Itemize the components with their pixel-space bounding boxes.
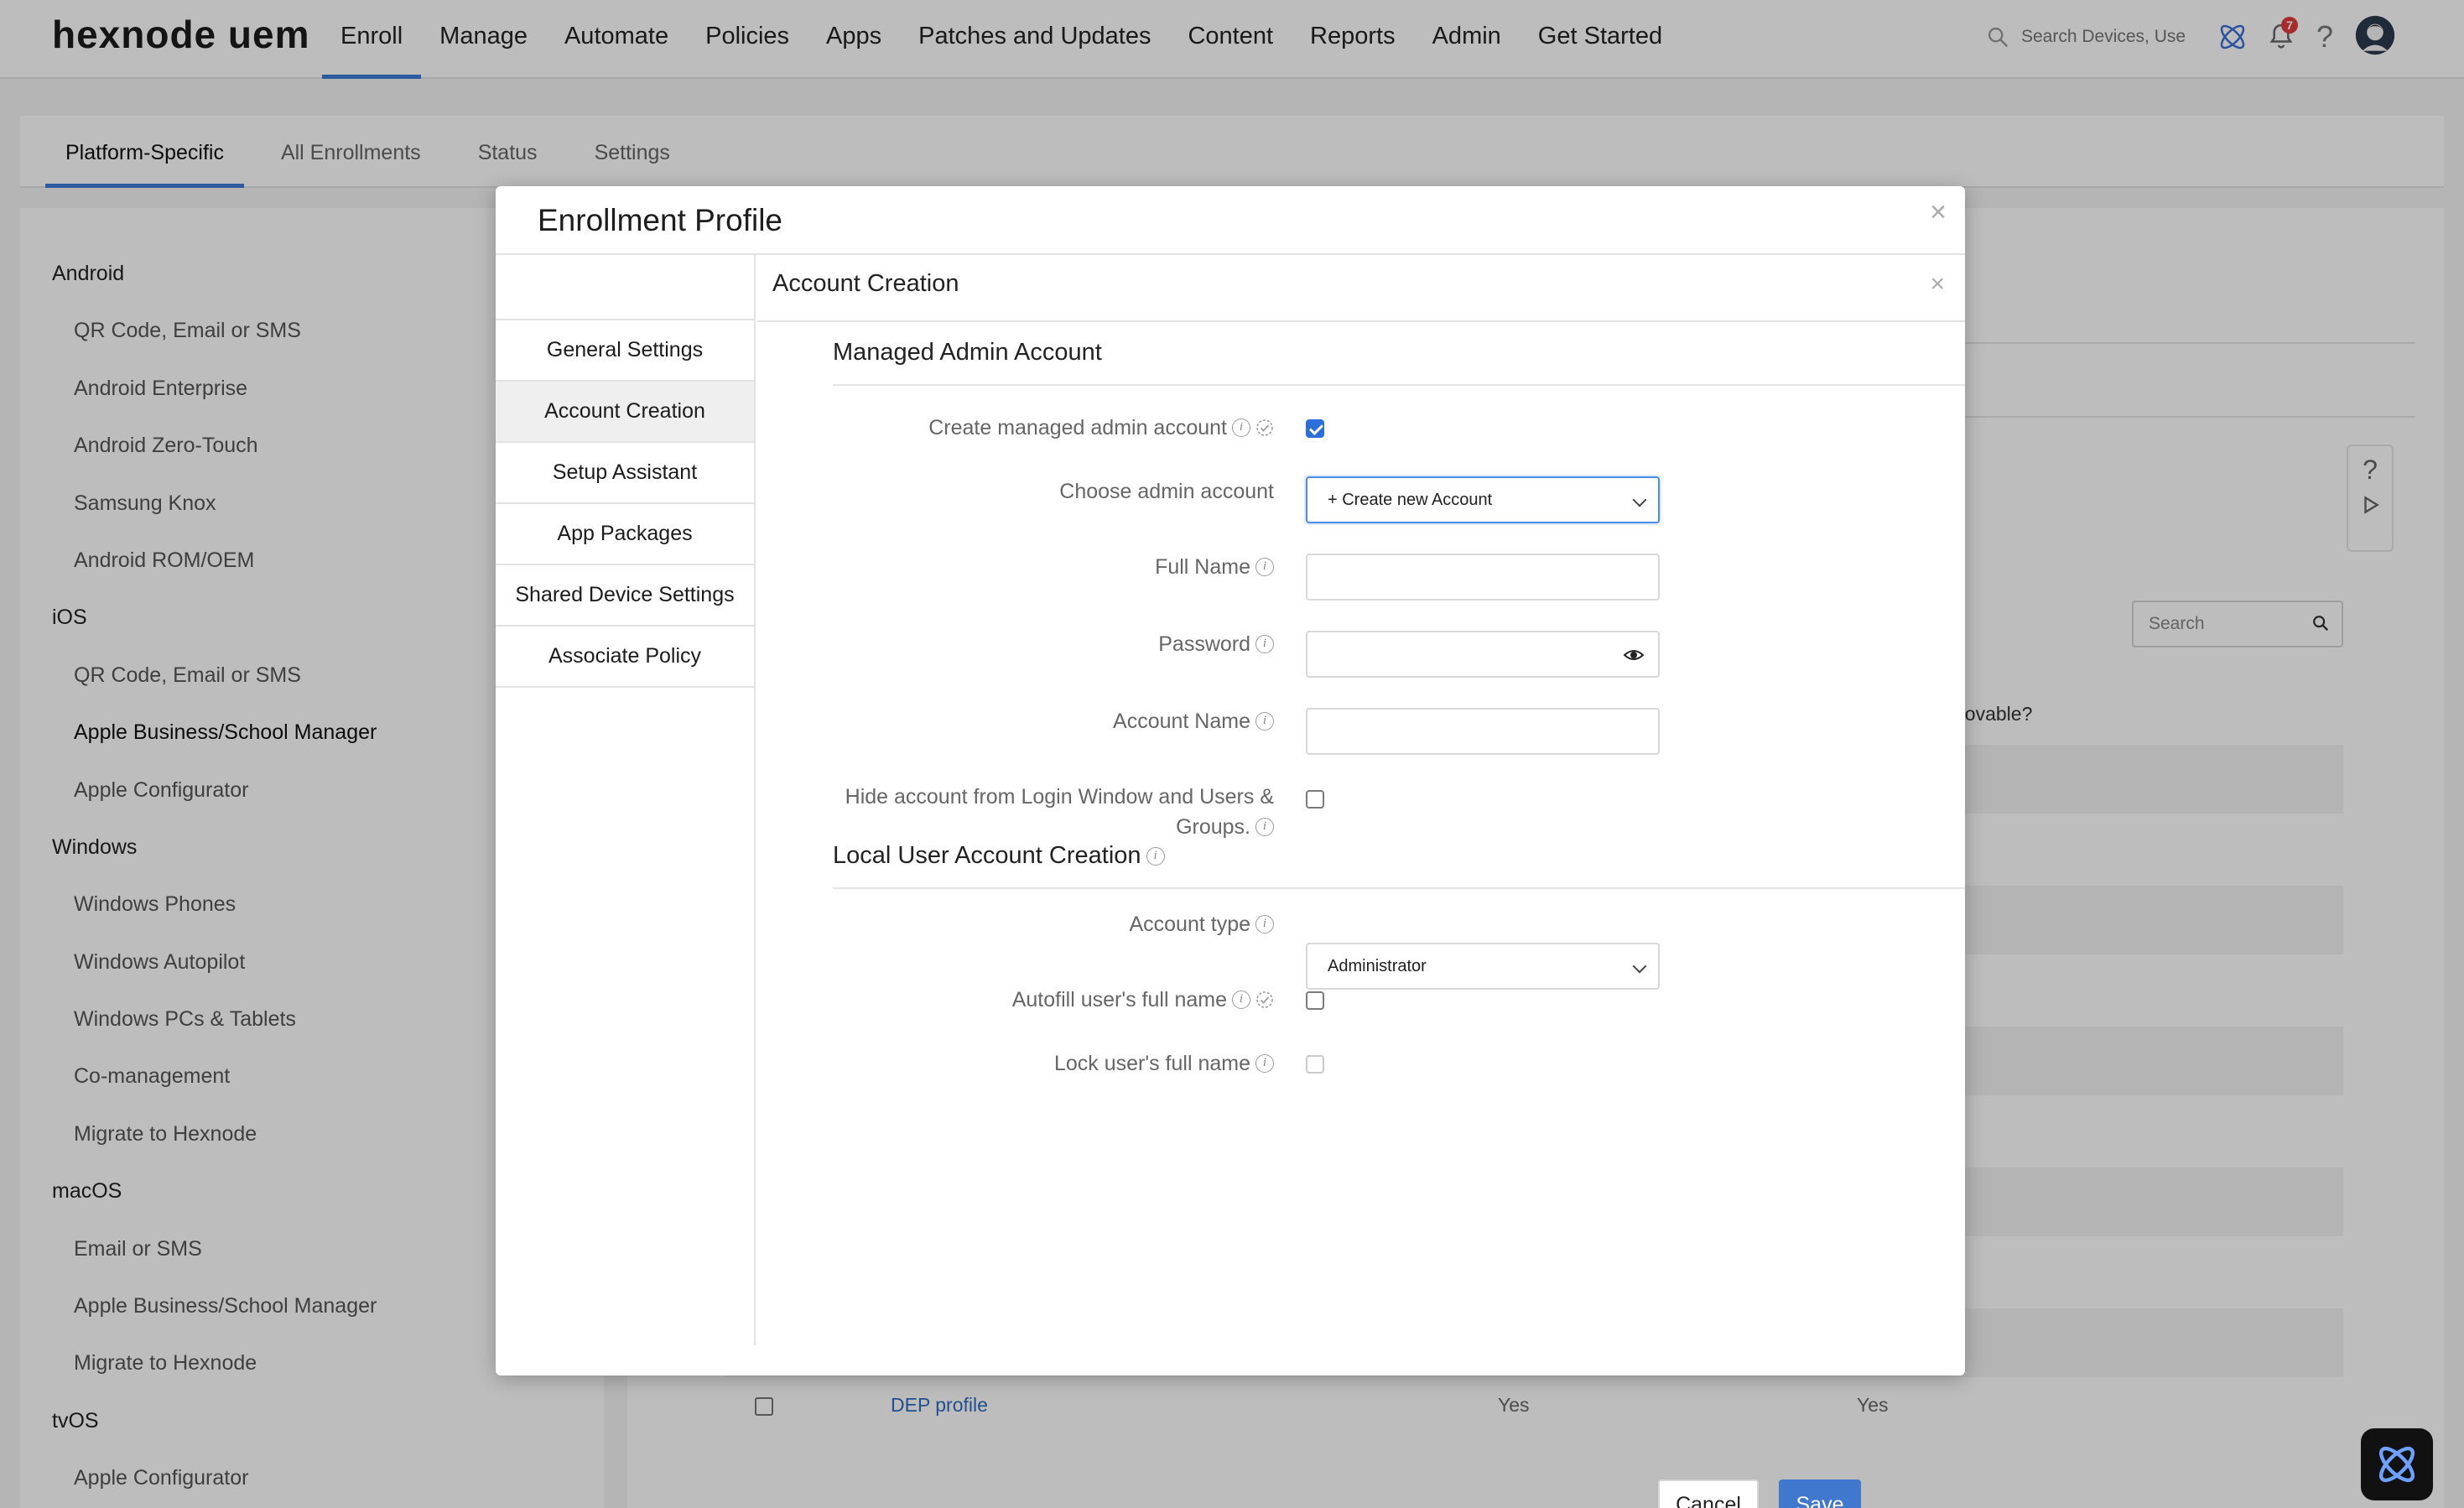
profile-nav-associate-policy[interactable]: Associate Policy — [496, 627, 754, 688]
cancel-button[interactable]: Cancel — [1658, 1479, 1759, 1508]
choose-admin-value: + Create new Account — [1328, 491, 1493, 509]
info-icon[interactable]: i — [1232, 419, 1250, 437]
account-name-input[interactable] — [1328, 710, 1638, 753]
hide-account-label: Hide account from Login Window and Users… — [845, 782, 1274, 842]
info-icon[interactable]: i — [1255, 635, 1274, 653]
password-label-text: Password — [1158, 632, 1250, 656]
account-type-label: Account type i — [1129, 909, 1274, 939]
save-button[interactable]: Save — [1779, 1479, 1861, 1508]
full-name-field[interactable] — [1306, 554, 1660, 601]
full-name-input[interactable] — [1328, 555, 1638, 599]
account-name-label-text: Account Name — [1113, 710, 1250, 733]
profile-nav-setup-assistant[interactable]: Setup Assistant — [496, 443, 754, 504]
info-icon[interactable]: i — [1255, 558, 1274, 576]
autofill-label-text: Autofill user's full name — [1011, 988, 1227, 1011]
close-icon[interactable]: × — [1930, 198, 1947, 226]
close-icon[interactable]: × — [1930, 270, 1945, 299]
full-name-label-text: Full Name — [1155, 555, 1250, 579]
lock-name-label: Lock user's full name i — [1054, 1048, 1274, 1079]
profile-nav-shared-device-settings[interactable]: Shared Device Settings — [496, 565, 754, 627]
account-type-select[interactable]: Administrator — [1306, 943, 1660, 990]
account-type-label-text: Account type — [1129, 913, 1250, 936]
verified-check-icon — [1256, 419, 1273, 436]
hide-account-checkbox[interactable] — [1306, 790, 1324, 809]
divider — [833, 887, 1965, 889]
account-name-label: Account Name i — [1113, 706, 1274, 736]
modal-title: Enrollment Profile — [538, 203, 783, 237]
create-admin-label-text: Create managed admin account — [928, 416, 1227, 439]
profile-nav-general-settings[interactable]: General Settings — [496, 320, 754, 382]
account-type-value: Administrator — [1328, 957, 1427, 975]
eye-icon[interactable] — [1623, 644, 1645, 666]
full-name-label: Full Name i — [1155, 552, 1274, 582]
managed-admin-heading: Managed Admin Account — [833, 339, 1102, 366]
password-input[interactable] — [1328, 632, 1638, 676]
profile-settings-nav: General Settings Account Creation Setup As… — [496, 255, 756, 1345]
hide-account-label-line2-wrap: Groups. i — [1176, 812, 1274, 842]
hide-account-label-line1: Hide account from Login Window and Users… — [845, 785, 1274, 809]
password-field[interactable] — [1306, 631, 1660, 678]
lock-name-label-text: Lock user's full name — [1053, 1052, 1250, 1075]
autofill-checkbox[interactable] — [1306, 991, 1324, 1010]
chevron-down-icon — [1632, 959, 1647, 974]
password-label: Password i — [1158, 629, 1274, 659]
choose-admin-select[interactable]: + Create new Account — [1306, 476, 1660, 523]
info-icon[interactable]: i — [1146, 846, 1165, 866]
info-icon[interactable]: i — [1232, 991, 1250, 1009]
create-admin-checkbox[interactable] — [1306, 419, 1324, 438]
local-user-heading-text: Local User Account Creation — [833, 842, 1141, 869]
choose-admin-label: Choose admin account — [1059, 480, 1274, 503]
local-user-heading: Local User Account Creation i — [833, 842, 1165, 870]
autofill-label: Autofill user's full name i — [1012, 985, 1274, 1015]
enrollment-profile-modal: Enrollment Profile × General Settings Acc… — [496, 186, 1965, 1508]
account-creation-panel: Account Creation × Managed Admin Account… — [757, 255, 1965, 1508]
section-title: Account Creation — [772, 270, 959, 297]
chevron-down-icon — [1632, 492, 1647, 507]
nav-spacer — [496, 255, 754, 320]
profile-nav-app-packages[interactable]: App Packages — [496, 504, 754, 565]
divider — [833, 384, 1965, 386]
account-name-field[interactable] — [1306, 708, 1660, 755]
info-icon[interactable]: i — [1255, 915, 1274, 933]
info-icon[interactable]: i — [1255, 818, 1274, 836]
chat-assistant-button[interactable] — [2361, 1428, 2433, 1500]
info-icon[interactable]: i — [1255, 712, 1274, 731]
create-admin-label: Create managed admin account i — [928, 413, 1274, 443]
hexnode-atom-icon — [2378, 1446, 2415, 1483]
info-icon[interactable]: i — [1255, 1054, 1274, 1073]
lock-name-checkbox — [1306, 1055, 1324, 1074]
verified-check-icon — [1256, 991, 1273, 1008]
divider — [757, 320, 1965, 322]
profile-nav-account-creation[interactable]: Account Creation — [496, 382, 754, 443]
hide-account-label-line2: Groups. — [1176, 815, 1250, 839]
